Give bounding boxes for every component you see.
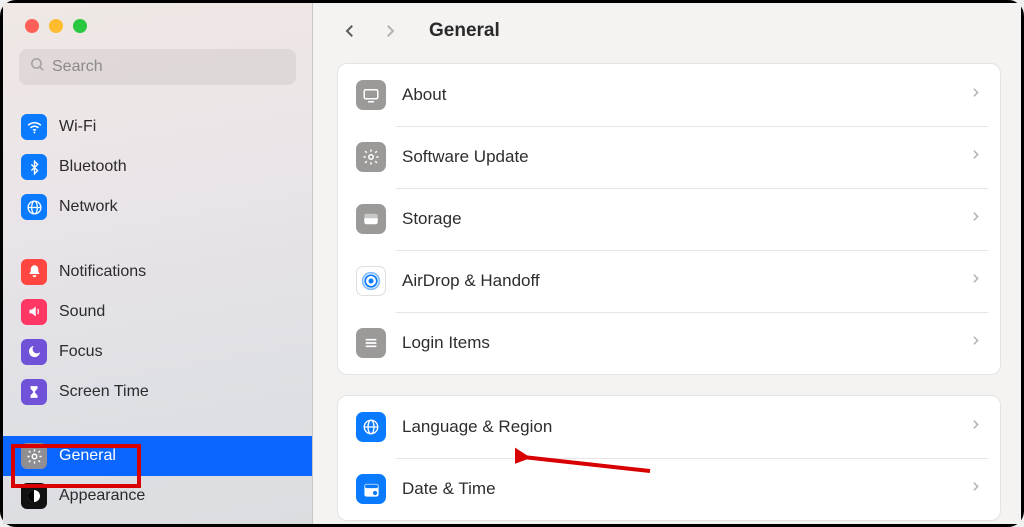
row-date-time[interactable]: Date & Time: [338, 458, 1000, 520]
fullscreen-window-button[interactable]: [73, 19, 87, 33]
sidebar-item-label: Sound: [59, 304, 105, 320]
list-icon: [356, 328, 386, 358]
close-window-button[interactable]: [25, 19, 39, 33]
sidebar-item-label: Bluetooth: [59, 159, 127, 175]
sidebar-item-network[interactable]: Network: [3, 187, 312, 227]
content-header: General: [313, 3, 1021, 59]
row-label: Date & Time: [402, 479, 969, 499]
row-airdrop-handoff[interactable]: AirDrop & Handoff: [338, 250, 1000, 312]
sidebar-item-screentime[interactable]: Screen Time: [3, 372, 312, 412]
search-field[interactable]: [19, 49, 296, 85]
chevron-right-icon: [969, 272, 982, 290]
chevron-right-icon: [969, 148, 982, 166]
main-pane: General About Software Update: [313, 3, 1021, 524]
globe-icon: [356, 412, 386, 442]
display-icon: [356, 80, 386, 110]
row-label: Login Items: [402, 333, 969, 353]
row-login-items[interactable]: Login Items: [338, 312, 1000, 374]
speaker-icon: [21, 299, 47, 325]
page-title: General: [429, 20, 500, 42]
sidebar-item-label: Network: [59, 199, 118, 215]
sidebar: Wi-Fi Bluetooth Network Notifications: [3, 3, 313, 524]
bell-icon: [21, 259, 47, 285]
sidebar-item-general[interactable]: General: [3, 436, 312, 476]
chevron-right-icon: [969, 418, 982, 436]
sidebar-item-label: Wi-Fi: [59, 119, 96, 135]
moon-icon: [21, 339, 47, 365]
nav-back-button[interactable]: [335, 16, 365, 46]
airdrop-icon: [356, 266, 386, 296]
sidebar-item-appearance[interactable]: Appearance: [3, 476, 312, 516]
sidebar-item-sound[interactable]: Sound: [3, 292, 312, 332]
sidebar-item-label: Screen Time: [59, 384, 149, 400]
row-label: Language & Region: [402, 417, 969, 437]
search-input[interactable]: [52, 58, 286, 76]
gear-icon: [21, 443, 47, 469]
appearance-icon: [21, 483, 47, 509]
wifi-icon: [21, 114, 47, 140]
row-about[interactable]: About: [338, 64, 1000, 126]
globe-icon: [21, 194, 47, 220]
chevron-right-icon: [969, 86, 982, 104]
chevron-right-icon: [969, 210, 982, 228]
hourglass-icon: [21, 379, 47, 405]
sidebar-item-label: Notifications: [59, 264, 146, 280]
sidebar-item-notifications[interactable]: Notifications: [3, 252, 312, 292]
settings-panel: About Software Update Storage: [337, 63, 1001, 375]
sidebar-item-label: General: [59, 448, 116, 464]
bluetooth-icon: [21, 154, 47, 180]
row-storage[interactable]: Storage: [338, 188, 1000, 250]
row-label: Software Update: [402, 147, 969, 167]
minimize-window-button[interactable]: [49, 19, 63, 33]
row-language-region[interactable]: Language & Region: [338, 396, 1000, 458]
search-icon: [29, 56, 52, 78]
gear-icon: [356, 142, 386, 172]
nav-forward-button[interactable]: [375, 16, 405, 46]
chevron-right-icon: [969, 334, 982, 352]
row-label: Storage: [402, 209, 969, 229]
row-label: About: [402, 85, 969, 105]
sidebar-item-label: Focus: [59, 344, 103, 360]
disk-icon: [356, 204, 386, 234]
chevron-right-icon: [969, 480, 982, 498]
sidebar-item-label: Appearance: [59, 488, 145, 504]
sidebar-item-wifi[interactable]: Wi-Fi: [3, 107, 312, 147]
settings-panel: Language & Region Date & Time: [337, 395, 1001, 521]
calendar-icon: [356, 474, 386, 504]
window-controls: [3, 3, 312, 49]
sidebar-item-focus[interactable]: Focus: [3, 332, 312, 372]
sidebar-item-bluetooth[interactable]: Bluetooth: [3, 147, 312, 187]
row-label: AirDrop & Handoff: [402, 271, 969, 291]
row-software-update[interactable]: Software Update: [338, 126, 1000, 188]
